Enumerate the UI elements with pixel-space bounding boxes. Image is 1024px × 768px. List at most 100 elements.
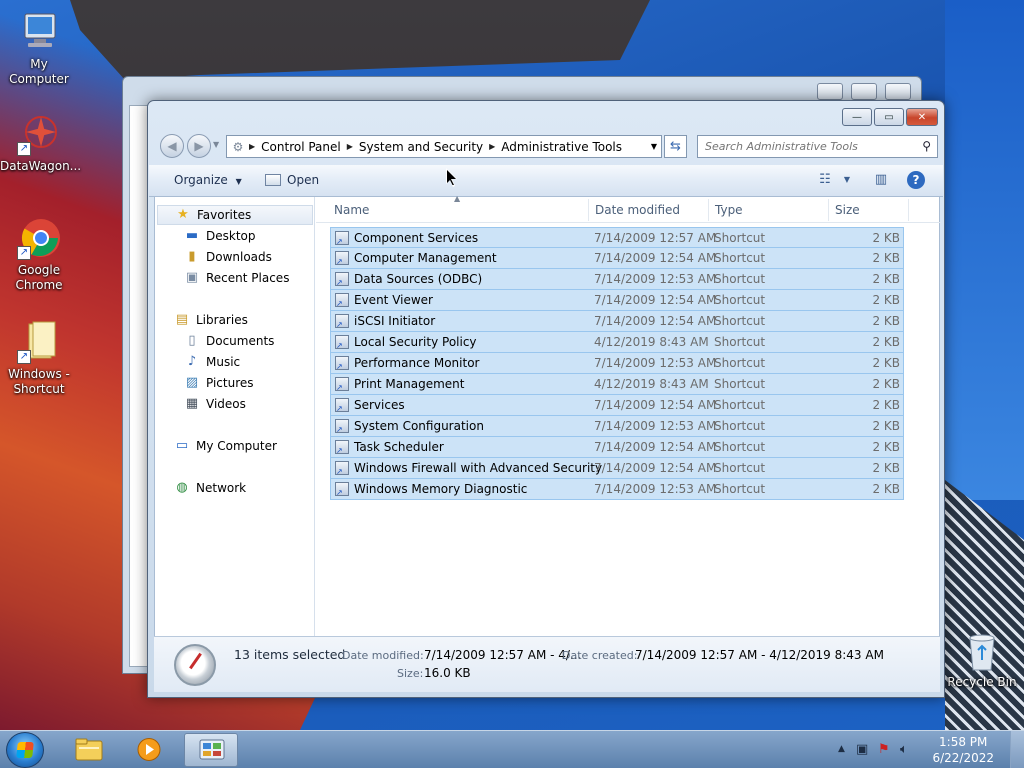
clock[interactable]: 1:58 PM 6/22/2022 <box>932 734 994 766</box>
organize-button[interactable]: Organize ▼ <box>174 173 242 187</box>
file-row[interactable]: Local Security Policy 4/12/2019 8:43 AM Sh… <box>330 332 904 353</box>
file-row[interactable]: Data Sources (ODBC) 7/14/2009 12:53 AMSho… <box>330 269 904 290</box>
volume-icon[interactable]: 🔈︎ <box>900 742 908 757</box>
column-divider[interactable] <box>588 199 589 221</box>
downloads-folder-icon: ▮ <box>188 249 196 264</box>
file-row[interactable]: Windows Memory Diagnostic 7/14/2009 12:53… <box>330 479 904 500</box>
preview-pane-icon[interactable]: ▥ <box>871 172 891 190</box>
network-status-icon[interactable]: ▣ <box>856 742 868 757</box>
bg-maximize-button[interactable] <box>851 83 877 100</box>
shortcut-icon <box>335 293 349 308</box>
file-size: 2 KB <box>872 272 900 286</box>
documents-icon: ▯ <box>188 333 196 348</box>
taskbar-control-panel-button[interactable] <box>184 733 238 767</box>
file-date-modified: 7/14/2009 12:54 AM <box>594 398 717 412</box>
nav-videos[interactable]: ▦ Videos <box>183 394 246 414</box>
desktop-icon-windows-shortcut[interactable]: ↗ Windows - Shortcut <box>0 320 78 397</box>
recent-pages-chevron-icon[interactable]: ▼ <box>213 140 219 149</box>
file-name: Services <box>354 398 405 412</box>
show-hidden-icons-icon[interactable]: ▲ <box>838 744 845 754</box>
folder-icon: ↗ <box>17 320 61 364</box>
desktop-icon-label: DataWagon... <box>0 159 82 173</box>
show-desktop-button[interactable] <box>1010 731 1024 768</box>
desktop-icon-chrome[interactable]: ↗ Google Chrome <box>0 216 78 293</box>
desktop-icon-recycle-bin[interactable]: Recycle Bin <box>940 632 1024 690</box>
address-dropdown-icon[interactable]: ▼ <box>651 142 657 151</box>
nav-documents[interactable]: ▯ Documents <box>183 331 274 351</box>
file-type: Shortcut <box>714 461 766 475</box>
explorer-window[interactable]: — ▭ ✕ ◀ ▶ ▼ ⚙ ▶ Control Panel ▶ System a… <box>147 100 945 698</box>
action-center-icon[interactable]: ⚑ <box>878 742 890 757</box>
minimize-button[interactable]: — <box>842 108 872 126</box>
shortcut-icon <box>335 398 349 413</box>
file-row[interactable]: System Configuration 7/14/2009 12:53 AMSh… <box>330 416 904 437</box>
search-box[interactable]: ⚲ <box>697 135 938 158</box>
details-pane: 13 items selected Date modified: 7/14/20… <box>154 636 940 692</box>
datawagon-icon: ↗ <box>17 112 61 156</box>
view-dropdown-icon[interactable]: ▼ <box>837 175 857 193</box>
shortcut-arrow-icon: ↗ <box>17 142 31 156</box>
desktop-icon: ▬ <box>185 228 199 243</box>
desktop-icon-datawagon[interactable]: ↗ DataWagon... <box>0 112 82 174</box>
file-name: System Configuration <box>354 419 484 433</box>
breadcrumb-system-and-security[interactable]: System and Security <box>353 140 489 154</box>
column-header-size[interactable]: Size <box>835 203 860 217</box>
file-size: 2 KB <box>872 440 900 454</box>
maximize-button[interactable]: ▭ <box>874 108 904 126</box>
taskbar-media-player-button[interactable] <box>122 733 176 767</box>
bg-close-button[interactable] <box>885 83 911 100</box>
nav-desktop[interactable]: ▬ Desktop <box>183 226 256 246</box>
file-row[interactable]: Component Services 7/14/2009 12:57 AMShor… <box>330 227 904 248</box>
file-row[interactable]: Event Viewer 7/14/2009 12:54 AMShortcut 2 … <box>330 290 904 311</box>
date-modified-value: 7/14/2009 12:57 AM - 4/... <box>424 648 582 662</box>
nav-favorites[interactable]: ★ Favorites <box>157 205 313 225</box>
column-divider[interactable] <box>908 199 909 221</box>
file-row[interactable]: iSCSI Initiator 7/14/2009 12:54 AMShortcu… <box>330 311 904 332</box>
help-icon[interactable]: ? <box>907 171 925 189</box>
column-divider[interactable] <box>828 199 829 221</box>
start-button[interactable] <box>6 732 44 768</box>
nav-downloads[interactable]: ▮ Downloads <box>183 247 271 267</box>
nav-music[interactable]: ♪ Music <box>183 352 240 372</box>
close-button[interactable]: ✕ <box>906 108 938 126</box>
open-button[interactable]: Open <box>265 173 319 187</box>
nav-my-computer[interactable]: ▭ My Computer <box>173 436 277 456</box>
breadcrumb-administrative-tools[interactable]: Administrative Tools <box>495 140 628 154</box>
shortcut-icon <box>335 272 349 287</box>
network-icon: ◍ <box>176 480 188 495</box>
search-icon[interactable]: ⚲ <box>922 139 931 153</box>
shortcut-arrow-icon: ↗ <box>17 350 31 364</box>
desktop-icon-label: Windows - Shortcut <box>8 367 70 396</box>
nav-label: Network <box>196 481 247 495</box>
nav-libraries[interactable]: ▤ Libraries <box>173 310 248 330</box>
nav-recent-places[interactable]: ▣ Recent Places <box>183 268 290 288</box>
file-name: Print Management <box>354 377 465 391</box>
nav-pictures[interactable]: ▨ Pictures <box>183 373 254 393</box>
forward-arrow-icon: ▶ <box>194 139 204 153</box>
search-input[interactable] <box>698 136 908 157</box>
file-size: 2 KB <box>872 377 900 391</box>
column-header-type[interactable]: Type <box>715 203 743 217</box>
column-header-date[interactable]: Date modified <box>595 203 680 217</box>
file-row[interactable]: Performance Monitor 7/14/2009 12:53 AMSho… <box>330 353 904 374</box>
computer-icon <box>17 10 61 54</box>
column-header-name[interactable]: Name <box>334 203 369 217</box>
breadcrumb-control-panel[interactable]: Control Panel <box>255 140 347 154</box>
shortcut-icon <box>335 482 349 497</box>
forward-button[interactable]: ▶ <box>187 134 211 158</box>
view-options-icon[interactable]: ☷ <box>815 172 835 190</box>
address-bar[interactable]: ⚙ ▶ Control Panel ▶ System and Security … <box>226 135 662 158</box>
file-row[interactable]: Computer Management 7/14/2009 12:54 AMSho… <box>330 248 904 269</box>
nav-network[interactable]: ◍ Network <box>173 478 246 498</box>
pictures-icon: ▨ <box>185 375 199 390</box>
file-row[interactable]: Task Scheduler 7/14/2009 12:54 AMShortcut… <box>330 437 904 458</box>
refresh-button[interactable]: ⇆ <box>664 135 687 158</box>
file-row[interactable]: Print Management 4/12/2019 8:43 AM Shortcu… <box>330 374 904 395</box>
file-row[interactable]: Services 7/14/2009 12:54 AMShortcut 2 KB <box>330 395 904 416</box>
column-divider[interactable] <box>708 199 709 221</box>
bg-minimize-button[interactable] <box>817 83 843 100</box>
file-row[interactable]: Windows Firewall with Advanced Security7… <box>330 458 904 479</box>
taskbar-explorer-button[interactable] <box>62 733 116 767</box>
back-button[interactable]: ◀ <box>160 134 184 158</box>
desktop-icon-my-computer[interactable]: My Computer <box>0 10 78 87</box>
